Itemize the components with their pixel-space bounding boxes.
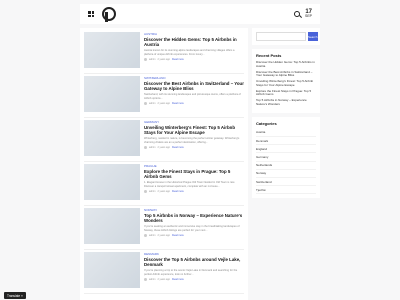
category-link[interactable]: Germany [256, 153, 316, 162]
search-input[interactable] [256, 32, 306, 41]
post-thumbnail[interactable] [84, 164, 140, 200]
recent-post-link[interactable]: Discover the Hidden Gems: Top 5 Airbnbs … [256, 60, 316, 68]
post-thumbnail[interactable] [84, 120, 140, 156]
category-link[interactable]: Austria [256, 129, 316, 138]
author-avatar [144, 277, 147, 281]
read-more-link[interactable]: Read more [172, 146, 184, 149]
post-meta: admin 2 years ago Read more [144, 233, 244, 237]
search-icon[interactable] [293, 11, 300, 17]
post-meta: admin 2 years ago Read more [144, 189, 244, 193]
author-avatar [144, 145, 147, 149]
recent-post-link[interactable]: Top 5 Airbnbs in Norway – Experience Nat… [256, 98, 316, 106]
date-month: SEP [304, 14, 312, 19]
search-button[interactable]: Search [308, 32, 318, 41]
post-title[interactable]: Discover the Top 5 Airbnbs around Vejle … [144, 257, 244, 268]
post-title[interactable]: Discover the Hidden Gems: Top 5 Airbnbs … [144, 37, 244, 48]
category-link[interactable]: England [256, 145, 316, 154]
read-more-link[interactable]: Read more [172, 278, 184, 281]
post-excerpt: Austria known for its stunning alpine la… [144, 49, 235, 56]
translate-button[interactable]: Translate » [4, 292, 26, 299]
post-author[interactable]: admin [149, 102, 156, 105]
post-title[interactable]: Explore the Finest Stays in Prague: Top … [144, 169, 244, 180]
read-more-link[interactable]: Read more [172, 234, 184, 237]
post-excerpt: Winterberg, nestled in nature, is becomi… [144, 137, 240, 144]
post-body: DENMARK Discover the Top 5 Airbnbs around… [144, 252, 244, 293]
recent-post-link[interactable]: Explore the Finest Stays in Prague: Top … [256, 89, 316, 97]
post-meta: admin 2 years ago Read more [144, 277, 244, 281]
categories-widget: Categories Austria Denmark England Germany N… [252, 116, 320, 199]
post-item[interactable]: SWITZERLAND Discover the Best Airbnbs in … [84, 74, 244, 118]
author-avatar [144, 57, 147, 61]
post-excerpt: Switzerland, with its stunning landscape… [144, 93, 241, 100]
category-link[interactable]: Netherlands [256, 162, 316, 170]
read-more-link[interactable]: Read more [172, 102, 184, 105]
post-date: 2 years ago [157, 277, 171, 281]
category-link[interactable]: Tjechië [256, 186, 316, 195]
post-category[interactable]: SWITZERLAND [144, 76, 244, 80]
post-category[interactable]: GERMANY [144, 120, 244, 124]
post-title[interactable]: Discover the Best Airbnbs in Switzerland… [144, 81, 244, 92]
categories-title: Categories [256, 120, 277, 126]
recent-posts-title: Recent Posts [256, 53, 282, 58]
post-thumbnail[interactable] [84, 208, 140, 244]
recent-post-link[interactable]: Discover the Best Airbnbs in Switzerland… [256, 70, 316, 78]
post-excerpt: If you're seeking an authentic and immer… [144, 225, 240, 232]
post-author[interactable]: admin [149, 58, 156, 61]
post-thumbnail[interactable] [84, 32, 140, 68]
post-title[interactable]: Top 5 Airbnbs in Norway – Experience Nat… [144, 213, 244, 224]
post-date: 2 years ago [157, 101, 171, 105]
post-author[interactable]: admin [149, 278, 156, 281]
post-item[interactable]: AUSTRIA Discover the Hidden Gems: Top 5 A… [84, 30, 244, 74]
post-item[interactable]: GERMANY Unveiling Winterberg's Finest: To… [84, 118, 244, 162]
post-meta: admin 2 years ago Read more [144, 101, 244, 105]
post-author[interactable]: admin [149, 234, 156, 237]
post-category[interactable]: AUSTRIA [144, 32, 244, 36]
post-meta: admin 2 years ago Read more [144, 57, 244, 61]
post-date: 2 years ago [157, 189, 171, 193]
post-item[interactable]: NORWAY Top 5 Airbnbs in Norway – Experien… [84, 206, 244, 250]
page: 17 SEP AUSTRIA Discover the Hidden Gems: … [0, 0, 400, 300]
post-author[interactable]: admin [149, 146, 156, 149]
post-thumbnail[interactable] [84, 76, 140, 112]
recent-posts-widget: Recent Posts Discover the Hidden Gems: T… [252, 49, 320, 113]
post-category[interactable]: NORWAY [144, 208, 244, 212]
category-link[interactable]: Denmark [256, 137, 316, 146]
post-date: 2 years ago [157, 145, 171, 149]
sidebar: Search Recent Posts Discover the Hidden … [252, 28, 320, 202]
author-avatar [144, 189, 147, 193]
post-meta: admin 2 years ago Read more [144, 145, 244, 149]
post-author[interactable]: admin [149, 190, 156, 193]
post-title[interactable]: Unveiling Winterberg's Finest: Top 5 Air… [144, 125, 244, 136]
post-category[interactable]: DENMARK [144, 252, 244, 256]
post-date: 2 years ago [157, 233, 171, 237]
menu-grid-icon[interactable] [88, 11, 94, 17]
recent-post-link[interactable]: Unveiling Winterberg's Finest: Top 5 Air… [256, 79, 316, 87]
post-item[interactable]: DENMARK Discover the Top 5 Airbnbs around… [84, 250, 244, 294]
read-more-link[interactable]: Read more [172, 58, 184, 61]
site-header: 17 SEP [80, 4, 320, 24]
post-category[interactable]: PRAGUE [144, 164, 244, 168]
post-date: 2 years ago [157, 57, 171, 61]
read-more-link[interactable]: Read more [172, 190, 184, 193]
post-body: NORWAY Top 5 Airbnbs in Norway – Experien… [144, 208, 244, 249]
post-item[interactable]: PRAGUE Explore the Finest Stays in Prague… [84, 162, 244, 206]
post-body: AUSTRIA Discover the Hidden Gems: Top 5 A… [144, 32, 244, 73]
post-excerpt: 1. Elegant House in the Historical Pragu… [144, 181, 235, 188]
post-body: GERMANY Unveiling Winterberg's Finest: To… [144, 120, 244, 161]
post-thumbnail[interactable] [84, 252, 140, 288]
post-excerpt: If you're planning a trip to the scenic … [144, 269, 238, 276]
category-link[interactable]: Norway [256, 170, 316, 179]
post-list: AUSTRIA Discover the Hidden Gems: Top 5 A… [80, 28, 248, 300]
author-avatar [144, 233, 147, 237]
category-link[interactable]: Switzerland [256, 178, 316, 187]
post-body: PRAGUE Explore the Finest Stays in Prague… [144, 164, 244, 205]
post-body: SWITZERLAND Discover the Best Airbnbs in … [144, 76, 244, 117]
date-badge: 17 SEP [305, 9, 312, 19]
author-avatar [144, 101, 147, 105]
search-widget: Search [252, 28, 320, 45]
site-logo[interactable] [102, 7, 116, 22]
